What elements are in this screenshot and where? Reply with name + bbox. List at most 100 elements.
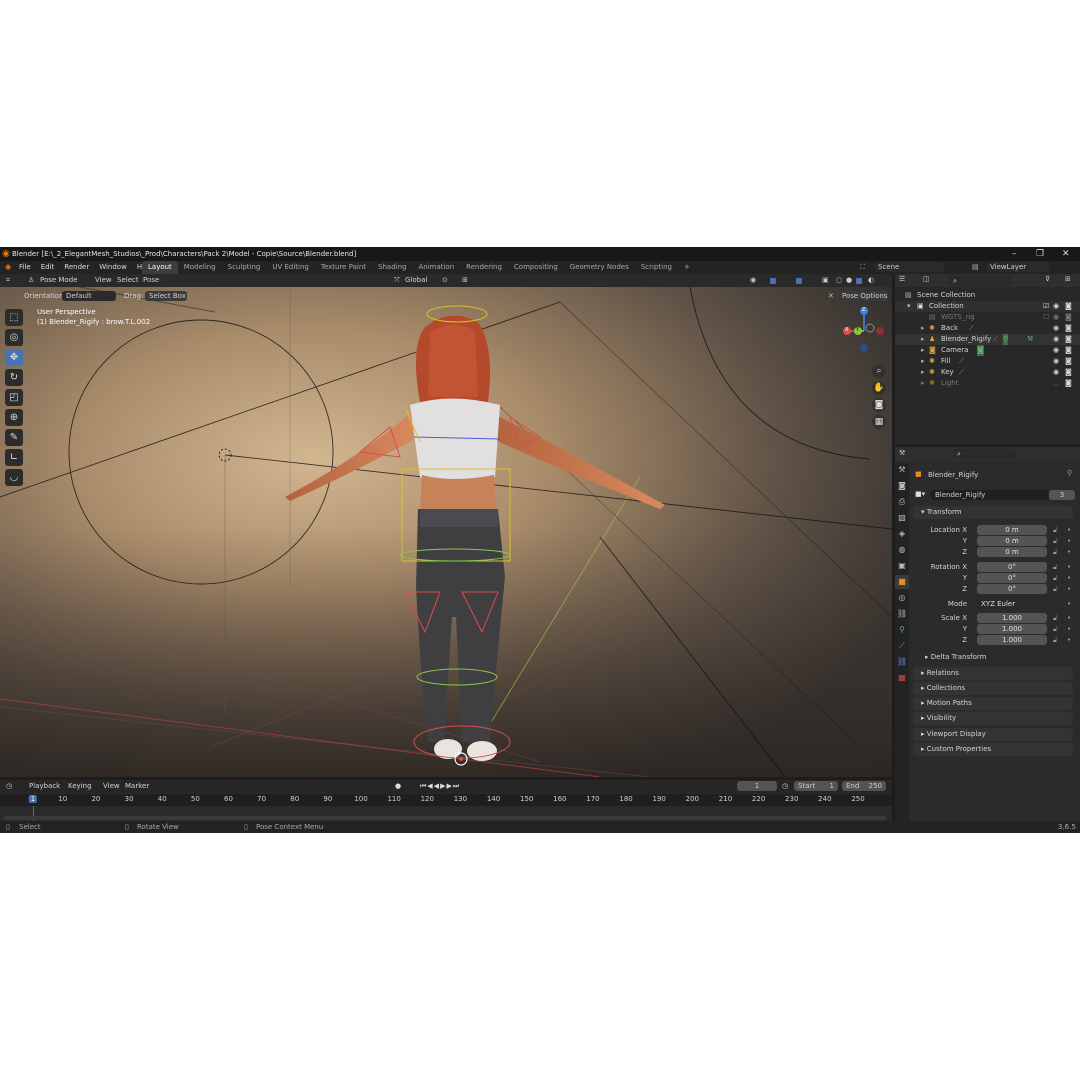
menu-file[interactable]: File <box>14 261 36 274</box>
scene-selector[interactable]: Scene <box>874 262 944 272</box>
lock-icon[interactable]: 🔓︎ <box>1053 624 1058 634</box>
keyframe-dot-icon[interactable]: • <box>1067 562 1071 572</box>
measure-tool-icon[interactable]: ∟ <box>5 449 23 466</box>
keyframe-dot-icon[interactable]: • <box>1067 599 1071 609</box>
add-workspace-button[interactable]: + <box>678 261 696 274</box>
outliner-row-blender-rigify[interactable]: ▸ ♟ Blender_Rigify ⟋ ⚲ ⚒ ◉ ◙ <box>895 334 1080 345</box>
panel-collections[interactable]: ▸ Collections <box>913 682 1073 695</box>
new-collection-icon[interactable]: ⊞ <box>1065 275 1071 283</box>
tab-modeling[interactable]: Modeling <box>178 261 222 274</box>
perspective-grid-icon[interactable]: ▦ <box>872 415 886 429</box>
lock-icon[interactable]: 🔓︎ <box>1053 536 1058 546</box>
lock-icon[interactable]: 🔓︎ <box>1053 547 1058 557</box>
eye-icon[interactable]: ◉ <box>1053 345 1059 356</box>
view-layer-selector[interactable]: ViewLayer <box>986 262 1050 272</box>
eye-icon[interactable]: ◉ <box>1053 323 1059 334</box>
record-icon[interactable]: ● <box>395 780 401 793</box>
keyframe-dot-icon[interactable]: • <box>1067 525 1071 535</box>
expand-icon[interactable]: ▸ <box>921 378 925 389</box>
pin-icon[interactable]: ⚲ <box>1067 469 1072 477</box>
blender-menu-icon[interactable]: ◉ <box>5 261 11 274</box>
move-tool-icon[interactable]: ✥ <box>5 349 23 366</box>
tab-sculpting[interactable]: Sculpting <box>222 261 267 274</box>
rotation-y-field[interactable]: 0° <box>977 573 1047 583</box>
tab-shading[interactable]: Shading <box>372 261 412 274</box>
tab-uv-editing[interactable]: UV Editing <box>266 261 315 274</box>
panel-relations[interactable]: ▸ Relations <box>913 667 1073 680</box>
end-frame-field[interactable]: End 250 <box>842 781 886 791</box>
physics-tab-icon[interactable]: ◎ <box>895 591 909 605</box>
tab-rendering[interactable]: Rendering <box>460 261 508 274</box>
panel-motion-paths[interactable]: ▸ Motion Paths <box>913 697 1073 710</box>
panel-visibility[interactable]: ▸ Visibility <box>913 712 1073 725</box>
transform-orientation-selector[interactable]: Global <box>405 274 427 287</box>
eye-icon[interactable]: ◉ <box>1053 356 1059 367</box>
rotate-tool-icon[interactable]: ↻ <box>5 369 23 386</box>
panel-viewport-display[interactable]: ▸ Viewport Display <box>913 728 1073 741</box>
menu-keying[interactable]: Keying <box>68 780 92 793</box>
outliner-row-wgts-rig[interactable]: ▤ WGTS_rig ☐ ◉ ◙ <box>895 312 1080 323</box>
rotation-x-field[interactable]: 0° <box>977 562 1047 572</box>
eye-icon[interactable]: ◉ <box>1053 301 1059 312</box>
expand-icon[interactable]: ▸ <box>921 334 925 345</box>
shading-material-icon[interactable] <box>856 276 862 289</box>
constraints-tab-icon[interactable]: ⛓ <box>895 607 909 621</box>
mode-selector[interactable]: Pose Mode <box>40 274 78 287</box>
users-count[interactable]: 3 <box>1049 490 1075 500</box>
bone-constraint-tab-icon[interactable]: ⛓ <box>895 655 909 669</box>
timeline-editor-icon[interactable]: ◷ <box>6 780 12 793</box>
object-tab-icon[interactable]: ■ <box>895 575 909 589</box>
delta-transform-subpanel[interactable]: ▸ Delta Transform <box>925 653 986 661</box>
panel-custom-properties[interactable]: ▸ Custom Properties <box>913 743 1073 756</box>
location-y-field[interactable]: 0 m <box>977 536 1047 546</box>
cursor-tool-icon[interactable]: ◎ <box>5 329 23 346</box>
scale-z-field[interactable]: 1.000 <box>977 635 1047 645</box>
render-tab-icon[interactable]: ◙ <box>895 479 909 493</box>
current-frame-field[interactable]: 1 <box>737 781 777 791</box>
keyframe-dot-icon[interactable]: • <box>1067 635 1071 645</box>
camera-icon[interactable]: ◙ <box>1065 334 1072 345</box>
rotation-mode-selector[interactable]: XYZ Euler <box>977 599 1047 609</box>
object-name-field[interactable]: Blender_Rigify <box>931 490 1049 500</box>
orientation-selector[interactable]: Default <box>62 291 116 301</box>
snap-icon[interactable]: ⊞ <box>462 274 468 287</box>
playback-controls-icon[interactable]: ⏮◀◀▶▶⏭ <box>420 780 460 793</box>
lock-icon[interactable]: 🔓︎ <box>1053 613 1058 623</box>
expand-icon[interactable]: ▸ <box>921 356 925 367</box>
outliner-row-fill[interactable]: ▸ ✺ Fill ⟋ ◉ ◙ <box>895 356 1080 367</box>
bone-tab-icon[interactable]: ⟋ <box>895 639 909 653</box>
expand-icon[interactable]: ▸ <box>921 345 925 356</box>
expand-icon[interactable]: ▾ <box>907 301 911 312</box>
menu-window[interactable]: Window <box>94 261 132 274</box>
tab-scripting[interactable]: Scripting <box>635 261 678 274</box>
drag-selector[interactable]: Select Box <box>145 291 187 301</box>
outliner-row-collection[interactable]: ▾ ▣ Collection ☑ ◉ ◙ <box>895 301 1080 312</box>
maximize-button[interactable]: ❐ <box>1036 247 1044 261</box>
camera-view-icon[interactable]: ◙ <box>872 398 886 412</box>
visibility-icon[interactable]: ◉ <box>750 274 756 287</box>
menu-marker[interactable]: Marker <box>125 780 149 793</box>
object-type-icon[interactable]: ■▾ <box>915 490 925 498</box>
keyframe-dot-icon[interactable]: • <box>1067 613 1071 623</box>
keyframe-dot-icon[interactable]: • <box>1067 547 1071 557</box>
gizmo-toggle-icon[interactable] <box>770 276 776 289</box>
keyframe-dot-icon[interactable]: • <box>1067 536 1071 546</box>
checkbox-icon[interactable]: ☐ <box>1043 312 1049 323</box>
annotate-tool-icon[interactable]: ✎ <box>5 429 23 446</box>
camera-icon[interactable]: ◙ <box>1065 312 1072 323</box>
menu-view[interactable]: View <box>95 274 112 287</box>
texture-tab-icon[interactable]: ▦ <box>895 671 909 685</box>
overlay-toggle-icon[interactable] <box>796 276 802 289</box>
display-mode-icon[interactable]: ◫ <box>923 275 930 283</box>
camera-icon[interactable]: ◙ <box>1065 301 1072 312</box>
editor-type-icon[interactable]: ⌗ <box>6 274 10 287</box>
tool-tab-icon[interactable]: ⚒ <box>895 463 909 477</box>
scale-tool-icon[interactable]: ◰ <box>5 389 23 406</box>
camera-icon[interactable]: ◙ <box>1065 378 1072 389</box>
eye-icon[interactable]: ◉ <box>1053 334 1059 345</box>
menu-render[interactable]: Render <box>59 261 94 274</box>
lock-icon[interactable]: 🔓︎ <box>1053 562 1058 572</box>
outliner-row-key[interactable]: ▸ ✺ Key ⟋ ◉ ◙ <box>895 367 1080 378</box>
armature-data-tab-icon[interactable]: ⚲ <box>895 623 909 637</box>
world-tab-icon[interactable]: ◍ <box>895 543 909 557</box>
